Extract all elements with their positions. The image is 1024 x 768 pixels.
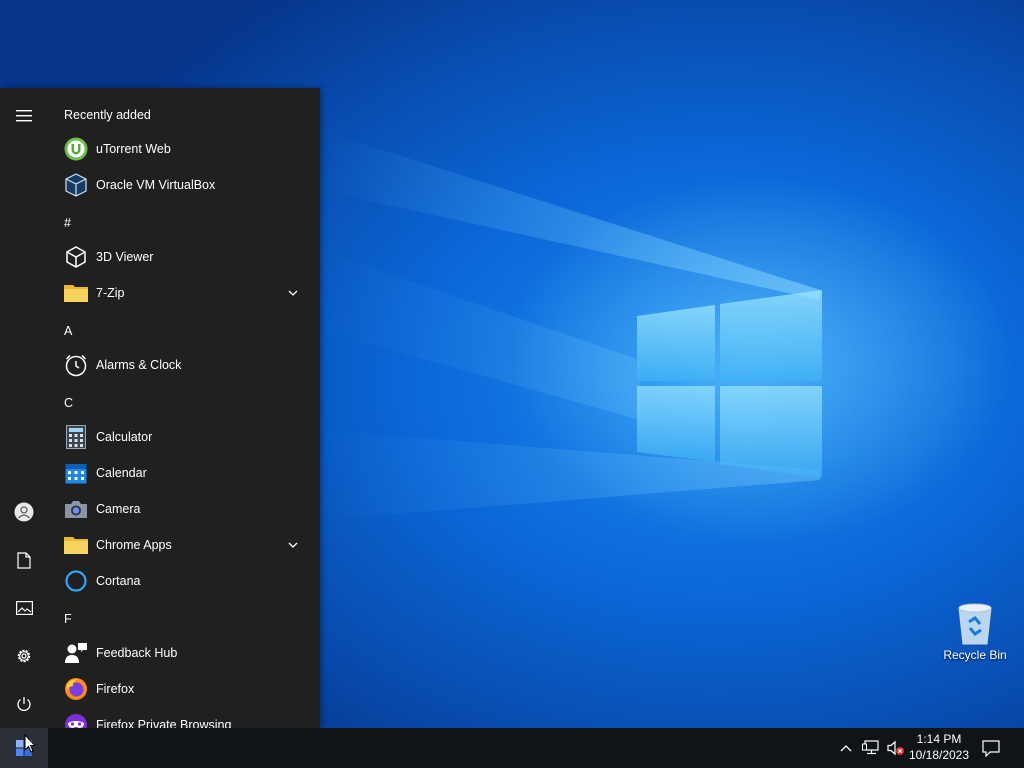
section-heading-c[interactable]: C xyxy=(64,396,73,410)
start-menu: Recently added uTorrent Web Oracle VM Vi… xyxy=(0,88,320,728)
app-item-alarms-clock[interactable]: Alarms & Clock xyxy=(48,347,320,383)
calculator-icon xyxy=(64,425,88,449)
pictures-icon xyxy=(15,601,33,615)
clock-date: 10/18/2023 xyxy=(908,748,970,762)
taskbar: 1:14 PM 10/18/2023 xyxy=(0,728,1024,768)
app-label: uTorrent Web xyxy=(96,142,171,156)
gear-icon xyxy=(17,649,31,663)
chevron-up-icon xyxy=(840,745,852,752)
user-icon xyxy=(14,502,34,522)
app-label: Firefox xyxy=(96,682,135,696)
app-label: Oracle VM VirtualBox xyxy=(96,178,216,192)
app-label: Camera xyxy=(96,502,141,516)
firefox-icon xyxy=(64,677,88,701)
app-item-calculator[interactable]: Calculator xyxy=(48,419,320,455)
virtualbox-icon xyxy=(64,173,88,197)
recycle-bin-icon xyxy=(958,603,992,645)
app-item-camera[interactable]: Camera xyxy=(48,491,320,527)
clock[interactable]: 1:14 PM 10/18/2023 xyxy=(900,731,978,765)
cortana-icon xyxy=(64,569,88,593)
pictures-button[interactable] xyxy=(0,588,48,628)
mouse-cursor-icon xyxy=(24,734,36,753)
cube-icon xyxy=(64,245,88,269)
account-button[interactable] xyxy=(0,492,48,532)
recycle-bin[interactable]: Recycle Bin xyxy=(936,600,1014,672)
camera-icon xyxy=(64,497,88,521)
start-button[interactable] xyxy=(0,728,48,768)
firefox-private-icon xyxy=(64,713,88,728)
folder-icon xyxy=(64,281,88,305)
app-list[interactable]: Recently added uTorrent Web Oracle VM Vi… xyxy=(48,88,320,728)
utorrent-icon xyxy=(64,137,88,161)
recycle-bin-label: Recycle Bin xyxy=(943,648,1007,662)
section-heading-a[interactable]: A xyxy=(64,324,72,338)
windows-logo-wallpaper xyxy=(637,290,822,478)
show-hidden-icons-button[interactable] xyxy=(836,738,856,758)
network-button[interactable] xyxy=(861,738,881,758)
calendar-icon xyxy=(64,461,88,485)
folder-icon xyxy=(64,533,88,557)
app-label: Firefox Private Browsing xyxy=(96,718,232,728)
expand-button[interactable] xyxy=(0,96,48,136)
app-label: Cortana xyxy=(96,574,141,588)
power-icon xyxy=(17,697,31,711)
app-item-calendar[interactable]: Calendar xyxy=(48,455,320,491)
action-center-icon xyxy=(982,739,1000,757)
app-label: Calendar xyxy=(96,466,147,480)
clock-time: 1:14 PM xyxy=(916,732,962,746)
app-item-feedback-hub[interactable]: Feedback Hub xyxy=(48,635,320,671)
app-label: Alarms & Clock xyxy=(96,358,182,372)
app-label: 3D Viewer xyxy=(96,250,154,264)
alarm-clock-icon xyxy=(64,353,88,377)
section-heading-f[interactable]: F xyxy=(64,612,72,626)
chevron-down-icon[interactable] xyxy=(286,538,300,552)
app-item-oracle-vm-virtualbox[interactable]: Oracle VM VirtualBox xyxy=(48,167,320,203)
power-button[interactable] xyxy=(0,684,48,724)
chevron-down-icon[interactable] xyxy=(286,286,300,300)
app-item-chrome-apps[interactable]: Chrome Apps xyxy=(48,527,320,563)
action-center-button[interactable] xyxy=(981,738,1001,758)
app-item-7-zip[interactable]: 7-Zip xyxy=(48,275,320,311)
app-item-3d-viewer[interactable]: 3D Viewer xyxy=(48,239,320,275)
app-item-firefox[interactable]: Firefox xyxy=(48,671,320,707)
settings-button[interactable] xyxy=(0,636,48,676)
network-icon xyxy=(862,740,879,755)
feedback-icon xyxy=(64,641,88,665)
app-item-cortana[interactable]: Cortana xyxy=(48,563,320,599)
documents-button[interactable] xyxy=(0,540,48,580)
start-menu-rail xyxy=(0,88,48,728)
app-label: 7-Zip xyxy=(96,286,125,300)
section-heading-recently-added: Recently added xyxy=(64,108,151,122)
document-icon xyxy=(17,551,31,569)
app-label: Chrome Apps xyxy=(96,538,172,552)
app-label: Calculator xyxy=(96,430,153,444)
section-heading-hash[interactable]: # xyxy=(64,216,71,230)
app-item-utorrent-web[interactable]: uTorrent Web xyxy=(48,131,320,167)
app-label: Feedback Hub xyxy=(96,646,178,660)
app-item-firefox-private-browsing[interactable]: Firefox Private Browsing xyxy=(48,707,320,728)
hamburger-icon xyxy=(16,110,32,122)
